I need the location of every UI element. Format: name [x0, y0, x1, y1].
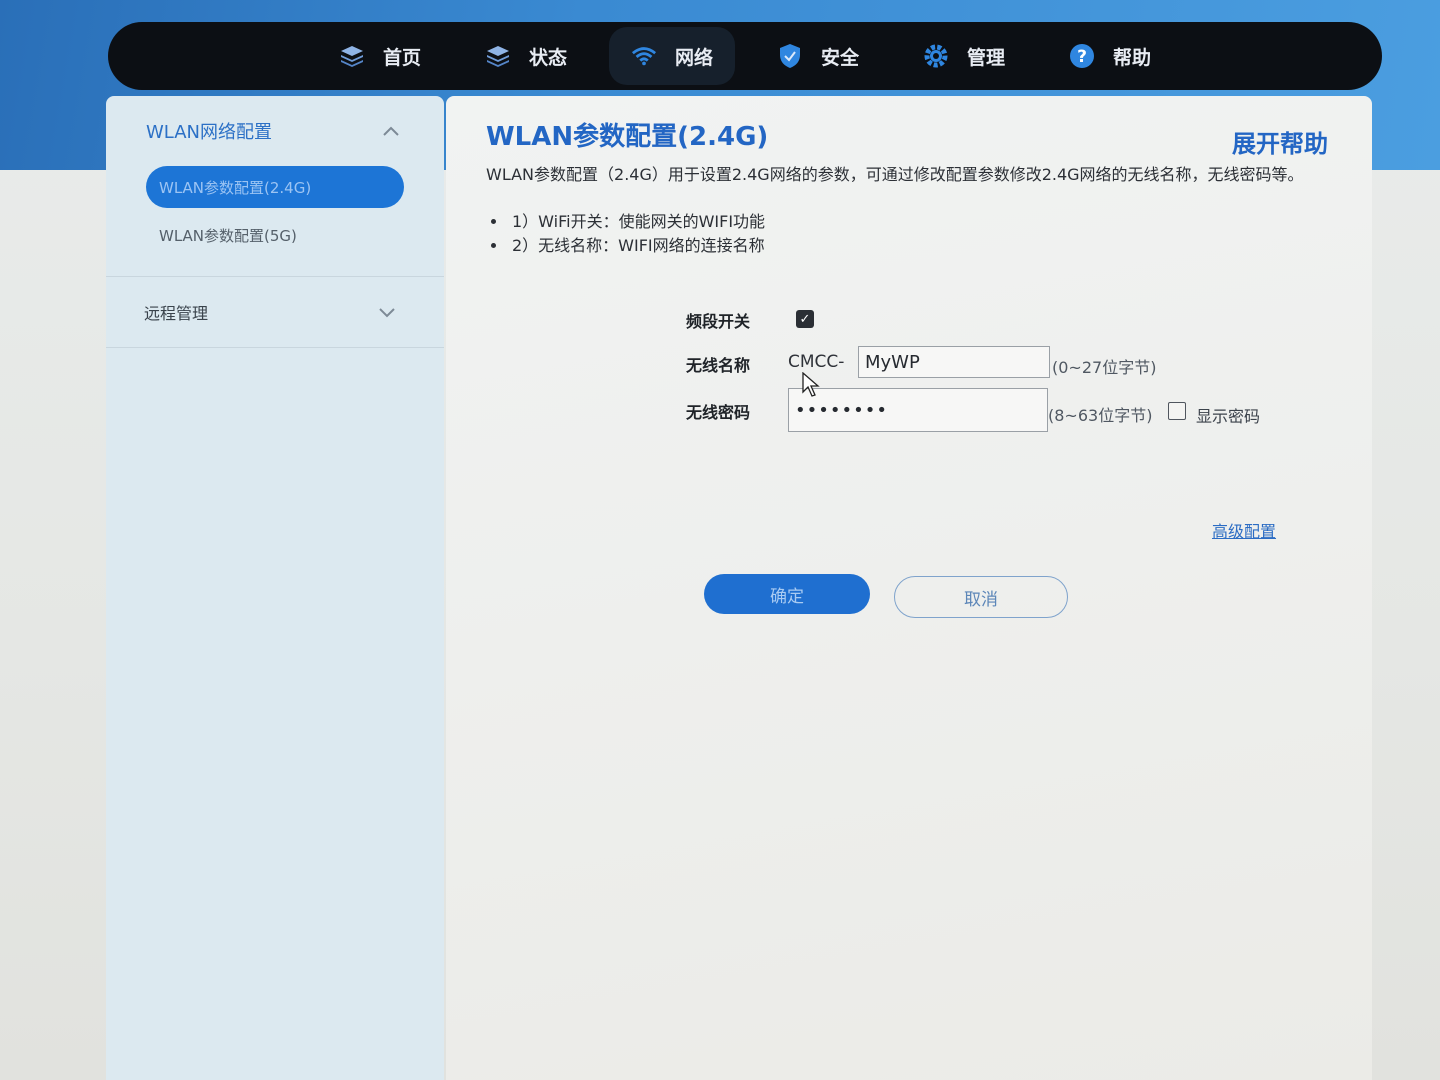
- password-hint: (8~63位字节): [1048, 406, 1153, 425]
- band-switch-checkbox[interactable]: ✓: [796, 310, 814, 328]
- shield-icon: [777, 43, 803, 69]
- help-bullets: 1）WiFi开关：使能网关的WIFI功能 2）无线名称：WIFI网络的连接名称: [484, 210, 765, 258]
- ssid-label: 无线名称: [686, 356, 751, 375]
- sidebar: WLAN网络配置 WLAN参数配置(2.4G) WLAN参数配置(5G) 远程管…: [106, 96, 444, 1080]
- band-switch-label: 频段开关: [686, 312, 751, 331]
- wifi-icon: [631, 43, 657, 69]
- sidebar-group-remote[interactable]: 远程管理: [106, 277, 444, 347]
- nav-item-status[interactable]: 状态: [463, 27, 589, 85]
- chevron-up-icon: [382, 121, 400, 142]
- layers-icon: [339, 43, 365, 69]
- nav-label-network: 网络: [674, 46, 713, 69]
- nav-item-manage[interactable]: 管理: [901, 27, 1027, 85]
- sidebar-group-title: 远程管理: [144, 304, 209, 323]
- top-navigation-bar: 首页 状态 网络 安全 管理 ? 帮助: [108, 22, 1382, 90]
- bullet-item: 1）WiFi开关：使能网关的WIFI功能: [508, 210, 765, 234]
- cancel-button[interactable]: 取消: [894, 576, 1068, 618]
- nav-item-security[interactable]: 安全: [755, 27, 881, 85]
- ssid-hint: (0~27位字节): [1052, 358, 1157, 377]
- sidebar-item-label: WLAN参数配置(5G): [159, 226, 297, 245]
- nav-label-home: 首页: [382, 46, 421, 69]
- nav-label-status: 状态: [528, 46, 567, 69]
- sidebar-item-label: WLAN参数配置(2.4G): [159, 178, 312, 197]
- show-password-checkbox[interactable]: [1168, 402, 1186, 420]
- nav-label-manage: 管理: [967, 46, 1006, 69]
- mouse-cursor-icon: [802, 372, 820, 397]
- expand-help-link[interactable]: 展开帮助: [1232, 124, 1328, 159]
- confirm-button[interactable]: 确定: [704, 574, 870, 614]
- page-description: WLAN参数配置（2.4G）用于设置2.4G网络的参数，可通过修改配置参数修改2…: [486, 165, 1304, 184]
- sidebar-section-title: WLAN网络配置: [146, 122, 273, 143]
- nav-label-help: 帮助: [1113, 46, 1152, 69]
- password-label: 无线密码: [686, 403, 751, 422]
- help-icon: ?: [1069, 43, 1095, 69]
- nav-label-security: 安全: [821, 46, 860, 69]
- main-content: WLAN参数配置(2.4G) 展开帮助 WLAN参数配置（2.4G）用于设置2.…: [446, 96, 1372, 1080]
- nav-item-help[interactable]: ? 帮助: [1047, 27, 1173, 85]
- divider: [106, 347, 444, 348]
- show-password-label[interactable]: 显示密码: [1196, 403, 1260, 427]
- sidebar-item-wlan-5g[interactable]: WLAN参数配置(5G): [146, 214, 404, 256]
- chevron-down-icon: [378, 303, 396, 322]
- password-input[interactable]: ••••••••: [788, 388, 1048, 432]
- gear-icon: [923, 43, 949, 69]
- sidebar-section-wlan[interactable]: WLAN网络配置: [106, 96, 444, 166]
- bullet-item: 2）无线名称：WIFI网络的连接名称: [508, 234, 765, 258]
- nav-item-network[interactable]: 网络: [608, 27, 735, 85]
- ssid-input[interactable]: MyWP: [858, 346, 1050, 378]
- page-title: WLAN参数配置(2.4G): [486, 122, 769, 152]
- ssid-prefix: CMCC-: [788, 352, 845, 372]
- svg-text:?: ?: [1077, 47, 1087, 67]
- nav-item-home[interactable]: 首页: [317, 27, 443, 85]
- layers-icon: [485, 43, 511, 69]
- advanced-config-link[interactable]: 高级配置: [1212, 518, 1276, 542]
- sidebar-item-wlan-24g[interactable]: WLAN参数配置(2.4G): [146, 166, 404, 208]
